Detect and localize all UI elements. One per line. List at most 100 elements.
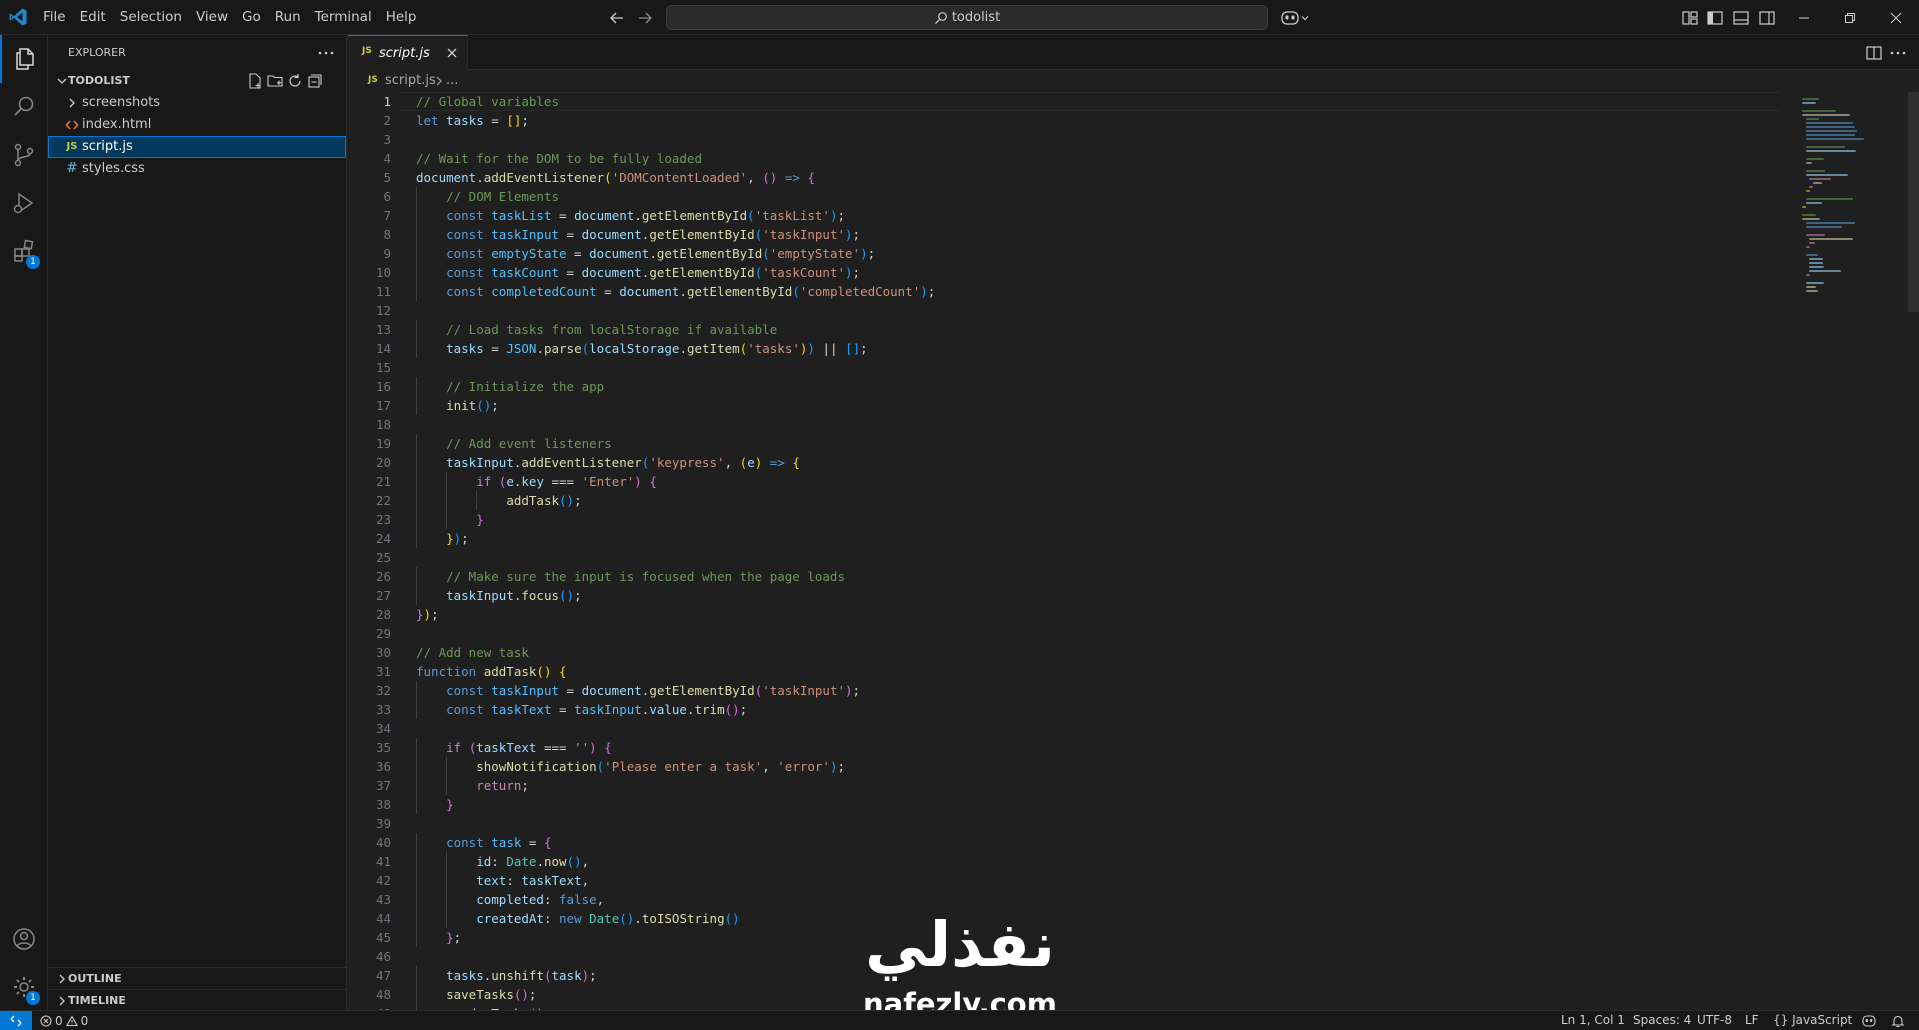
code-line: const taskInput = document.getElementByI… [416,225,860,244]
problems-indicator[interactable]: 0 0 [40,1011,88,1030]
new-folder-icon[interactable] [266,72,284,90]
code-token: . [634,911,642,926]
new-file-icon[interactable] [246,72,264,90]
minimap-line [1805,282,1824,284]
code-token: ) [845,265,853,280]
code-line: document.addEventListener('DOMContentLoa… [416,168,815,187]
minimap[interactable] [1796,92,1906,1010]
toggle-primary-sidebar-icon[interactable] [1705,8,1725,28]
arrow-right-icon[interactable] [634,7,656,29]
copilot-button[interactable] [1280,8,1314,28]
vertical-scrollbar[interactable] [1908,92,1919,312]
activity-run-debug[interactable] [0,179,48,227]
close-icon[interactable] [444,45,460,61]
line-number: 42 [375,873,391,888]
split-editor-icon[interactable] [1864,43,1884,63]
indent-guide [416,795,417,814]
code-line: const taskText = taskInput.value.trim(); [416,700,747,719]
minimap-line [1805,170,1826,172]
activity-manage[interactable]: 1 [0,963,48,1011]
minimize-button[interactable] [1781,0,1827,35]
line-number: 38 [375,797,391,812]
toggle-secondary-sidebar-icon[interactable] [1757,8,1777,28]
code-token: } [446,797,454,812]
arrow-left-icon[interactable] [606,7,628,29]
menu-selection[interactable]: Selection [113,0,189,35]
menu-run[interactable]: Run [268,0,308,35]
tab-script-js[interactable]: JS script.js [348,35,468,70]
menu-view[interactable]: View [189,0,235,35]
command-center-search[interactable]: todolist [666,5,1268,30]
outline-section[interactable]: OUTLINE [48,967,346,989]
indent-guide [416,833,417,852]
menu-help[interactable]: Help [379,0,424,35]
timeline-section[interactable]: TIMELINE [48,989,346,1011]
code-token: || [814,341,846,356]
timeline-label: TIMELINE [68,994,126,1007]
line-number: 46 [375,949,391,964]
code-token: , [581,854,590,869]
minimap-line [1809,178,1831,180]
source-control-icon [14,143,34,167]
breadcrumb-file[interactable]: script.js [385,70,436,92]
code-token: = [483,113,507,128]
restore-button[interactable] [1827,0,1873,35]
code-token: if [446,740,469,755]
language-mode[interactable]: {} JavaScript [1773,1011,1852,1030]
minimap-line [1805,190,1810,192]
line-number: 30 [375,645,391,660]
activity-extensions[interactable]: 1 [0,227,48,275]
indent-guide [416,567,417,586]
activity-search[interactable] [0,83,48,131]
tree-item-screenshots[interactable]: screenshots [48,92,346,114]
customize-layout-icon[interactable] [1680,8,1700,28]
title-bar: File Edit Selection View Go Run Terminal… [0,0,1919,35]
code-token: = [521,835,544,850]
close-window-button[interactable] [1873,0,1919,35]
tree-item-index-html[interactable]: index.html [48,114,346,136]
code-token: () [536,664,552,679]
close-icon [1890,12,1902,23]
indentation[interactable]: Spaces: 4 [1633,1011,1691,1030]
encoding[interactable]: UTF-8 [1697,1011,1732,1030]
code-line: // Load tasks from localStorage if avail… [416,320,777,339]
error-icon [40,1015,52,1027]
remote-button[interactable] [0,1011,32,1030]
code-line: completed: false, [416,890,604,909]
tree-item-script-js[interactable]: JS script.js [48,136,346,158]
code-area[interactable]: // Global variables let tasks = []; // Wai… [416,92,1796,1010]
menu-edit[interactable]: Edit [73,0,113,35]
breadcrumb-symbols[interactable]: ... [446,70,458,92]
collapse-all-icon[interactable] [306,72,324,90]
code-editor[interactable]: 1 2 3 4 5 6 7 8 9 10 11 12 13 14 15 16 17 18 19 20 21 22 23 24 2… [348,92,1919,1010]
more-actions-icon[interactable] [316,43,336,63]
code-token: '' [574,740,590,755]
menu-file[interactable]: File [36,0,73,35]
notifications-bell-icon[interactable] [1891,1014,1905,1028]
activity-source-control[interactable] [0,131,48,179]
code-line: // Make sure the input is focused when t… [416,567,845,586]
toggle-panel-icon[interactable] [1731,8,1751,28]
copilot-status-icon[interactable] [1862,1014,1876,1028]
code-token: tasks [446,968,484,983]
indent-guide [446,510,448,529]
cursor-position[interactable]: Ln 1, Col 1 [1561,1011,1625,1030]
more-actions-icon[interactable] [1888,43,1908,63]
code-token: taskInput [574,702,642,717]
refresh-icon[interactable] [286,72,304,90]
indent-guide [416,263,417,282]
folder-header-todolist[interactable]: TODOLIST [48,70,346,92]
code-line: // DOM Elements [416,187,559,206]
activity-accounts[interactable] [0,915,48,963]
line-number: 3 [383,132,391,147]
code-token: document [589,246,650,261]
end-of-line[interactable]: LF [1745,1011,1759,1030]
activity-explorer[interactable] [0,35,48,83]
menu-terminal[interactable]: Terminal [308,0,379,35]
menu-go[interactable]: Go [235,0,268,35]
tree-item-styles-css[interactable]: # styles.css [48,158,346,180]
code-token: getElementById [649,265,755,280]
code-token: taskList [491,208,552,223]
